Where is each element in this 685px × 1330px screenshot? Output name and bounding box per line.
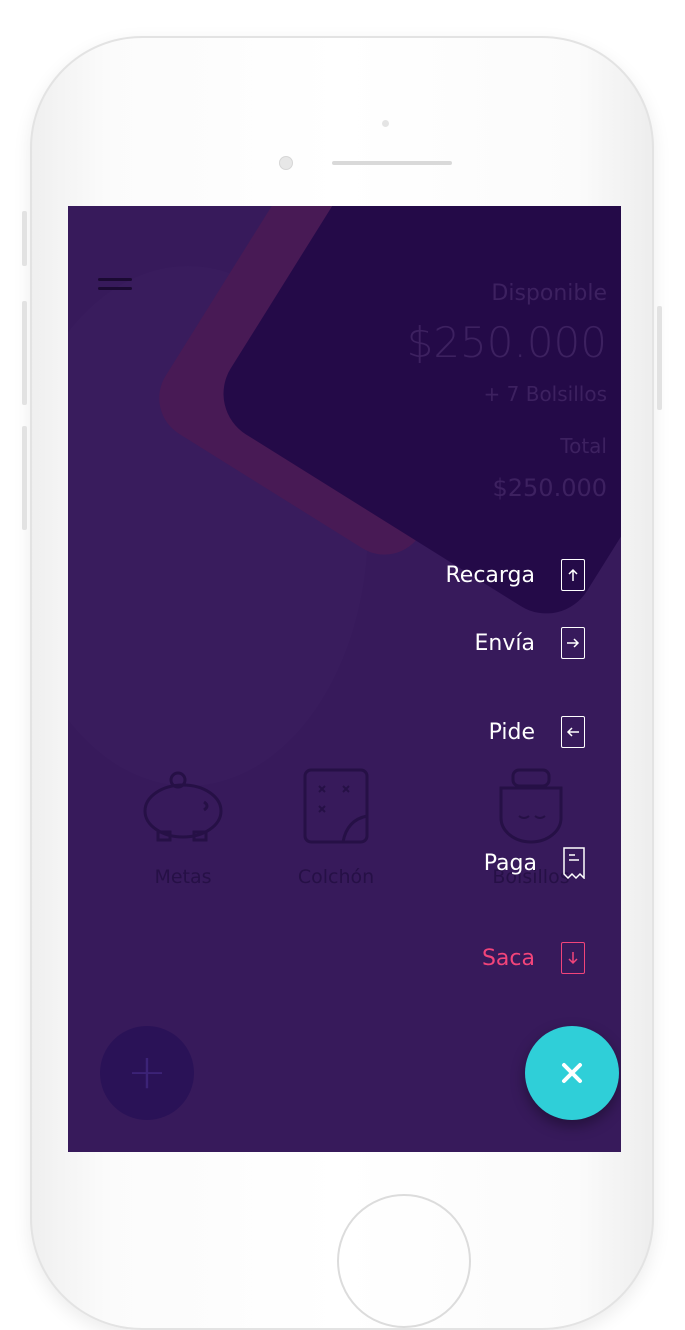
shortcut-label: Metas	[154, 866, 212, 888]
volume-up-button	[22, 301, 27, 405]
arrow-right-icon	[561, 627, 585, 659]
receipt-icon	[563, 847, 585, 879]
action-label: Envía	[474, 630, 535, 656]
arrow-up-icon	[561, 559, 585, 591]
piggy-bank-icon	[143, 771, 223, 842]
action-pide[interactable]: Pide	[489, 715, 585, 749]
close-icon	[562, 1063, 582, 1083]
available-label: Disponible	[491, 281, 607, 306]
action-label: Paga	[483, 850, 537, 876]
speaker-grille	[332, 161, 452, 165]
app-screen: Disponible $250.000 + 7 Bolsillos Total …	[68, 206, 621, 1152]
action-saca[interactable]: Saca	[482, 941, 585, 975]
close-button[interactable]	[525, 1026, 619, 1120]
home-button[interactable]	[337, 1194, 471, 1328]
action-paga[interactable]: Paga	[484, 846, 585, 880]
shortcut-metas[interactable]: Metas	[118, 766, 248, 888]
available-amount: $250.000	[406, 318, 607, 367]
add-button[interactable]: +	[100, 1026, 194, 1120]
action-label: Pide	[488, 719, 535, 745]
hamburger-icon[interactable]	[98, 278, 132, 298]
volume-down-button	[22, 426, 27, 530]
action-label: Recarga	[445, 562, 535, 588]
mattress-icon	[303, 768, 369, 844]
mute-switch	[22, 211, 27, 266]
shortcut-label: Colchón	[297, 866, 375, 888]
action-envia[interactable]: Envía	[475, 626, 585, 660]
sensor	[382, 120, 389, 127]
pockets-count: + 7 Bolsillos	[483, 382, 607, 406]
power-button	[657, 306, 662, 410]
action-label: Saca	[481, 945, 535, 971]
shortcut-colchon[interactable]: Colchón	[271, 766, 401, 888]
front-camera	[279, 156, 293, 170]
bag-icon	[499, 768, 563, 844]
total-amount: $250.000	[492, 474, 607, 502]
arrow-down-icon	[561, 942, 585, 974]
plus-icon: +	[126, 1044, 168, 1100]
action-recarga[interactable]: Recarga	[445, 558, 585, 592]
total-label: Total	[560, 434, 607, 458]
arrow-left-icon	[561, 716, 585, 748]
